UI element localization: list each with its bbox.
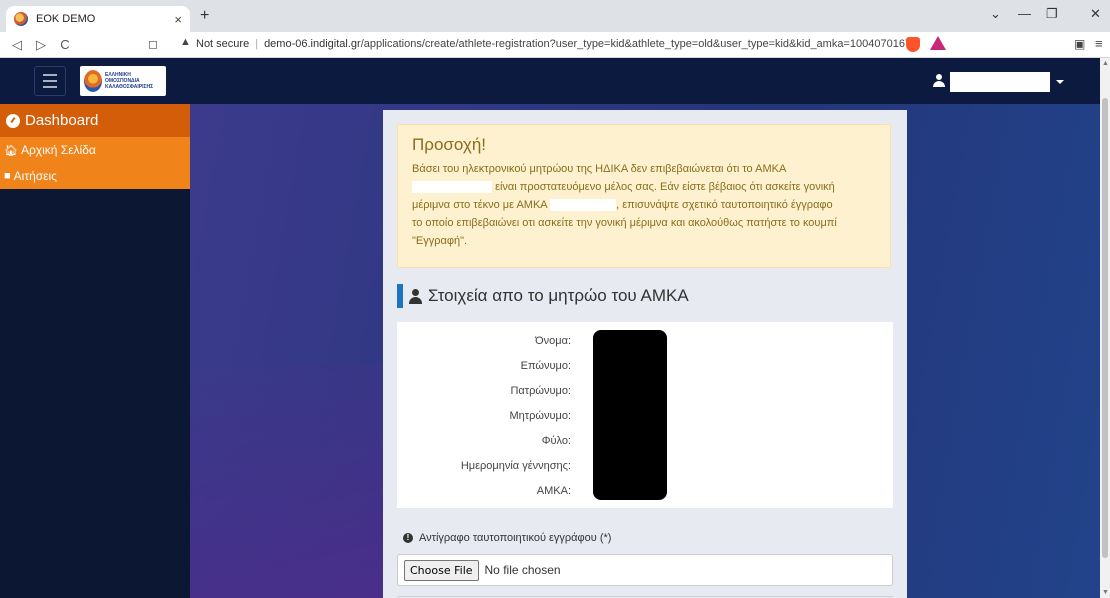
bookmark-icon[interactable]: ◻ xyxy=(148,37,158,51)
sidebar-item-label: Αρχική Σελίδα xyxy=(20,143,96,157)
divider xyxy=(397,596,893,597)
url-path: /applications/create/athlete-registratio… xyxy=(360,38,918,50)
wallet-icon[interactable]: ▣ xyxy=(1074,37,1085,51)
warning-icon[interactable]: ▲ xyxy=(180,36,191,48)
upload-label: ! Αντίγραφο ταυτοποιητικού εγγράφου (*) xyxy=(403,532,611,544)
field-label-mother-name: Μητρώνυμο: xyxy=(509,410,572,422)
user-icon xyxy=(409,288,422,304)
tab-title: EOK DEMO xyxy=(36,13,96,25)
folder-icon: ■ xyxy=(4,170,11,182)
choose-file-button[interactable]: Choose File xyxy=(404,559,479,581)
scroll-down-icon[interactable]: ▼ xyxy=(1102,589,1109,596)
caret-down-icon[interactable] xyxy=(1056,80,1064,84)
field-label-first-name: Όνομα: xyxy=(535,335,571,347)
new-tab-button[interactable]: + xyxy=(200,7,209,25)
forward-button[interactable]: ▷ xyxy=(34,37,48,53)
browser-tab[interactable]: EOK DEMO × xyxy=(6,6,190,32)
security-status: Not secure xyxy=(196,38,250,50)
logo-text-3: ΚΑΛΑΘΟΣΦΑΙΡΙΣΗΣ xyxy=(105,84,154,90)
basketball-logo-icon xyxy=(84,70,102,92)
tab-list-icon[interactable]: ⌄ xyxy=(990,6,1001,22)
field-label-birthdate: Ημερομηνία γέννησης: xyxy=(460,460,571,472)
redacted-amka xyxy=(412,181,492,194)
browser-menu-icon[interactable]: ≡ xyxy=(1095,36,1103,51)
reload-button[interactable]: C xyxy=(58,37,72,52)
site-header: ΕΛΛΗΝΙΚΗ ΟΜΟΣΠΟΝΔΙΑ ΚΑΛΑΘΟΣΦΑΙΡΙΣΗΣ xyxy=(0,58,1100,104)
tab-close-icon[interactable]: × xyxy=(174,12,182,27)
site-favicon-icon xyxy=(14,12,28,26)
window-close-button[interactable]: ✕ xyxy=(1090,6,1101,22)
restore-button[interactable]: ❐ xyxy=(1046,6,1058,22)
dashboard-icon xyxy=(6,113,20,128)
dashboard-label: Dashboard xyxy=(25,112,99,129)
upload-label-text: Αντίγραφο ταυτοποιητικού εγγράφου (*) xyxy=(419,532,612,544)
redacted-amka xyxy=(550,199,617,212)
back-button[interactable]: ◁ xyxy=(10,37,24,53)
field-label-gender: Φύλο: xyxy=(541,435,571,447)
sidebar-item-label: Αιτήσεις xyxy=(13,169,57,183)
url-field[interactable]: Not secure | demo-06.indigital.gr/applicat… xyxy=(196,38,917,50)
menu-toggle-button[interactable] xyxy=(34,66,66,96)
sidebar-item-home[interactable]: 🏠︎ Αρχική Σελίδα xyxy=(0,137,190,163)
amka-details-card: Όνομα: Επώνυμο: Πατρώνυμο: Μητρώνυμο: Φύ… xyxy=(397,322,893,508)
brave-rewards-icon[interactable] xyxy=(930,36,946,50)
page-scrollbar[interactable]: ▲ ▼ xyxy=(1100,58,1110,598)
redacted-values xyxy=(593,330,667,500)
warning-alert: Προσοχή! Βάσει του ηλεκτρονικού μητρώου … xyxy=(397,124,891,268)
section-title-text: Στοιχεία απο το μητρώο του ΑΜΚΑ xyxy=(428,286,689,305)
sidebar-item-applications[interactable]: ■ Αιτήσεις xyxy=(0,163,190,189)
browser-tab-bar: EOK DEMO × + ⌄ — ❐ ✕ xyxy=(0,0,1110,32)
scrollbar-thumb[interactable] xyxy=(1102,98,1108,558)
field-label-father-name: Πατρώνυμο: xyxy=(510,385,571,397)
form-panel: Προσοχή! Βάσει του ηλεκτρονικού μητρώου … xyxy=(383,110,907,598)
scroll-up-icon[interactable]: ▲ xyxy=(1102,60,1109,67)
sidebar-dashboard[interactable]: Dashboard xyxy=(0,104,190,137)
sidebar: Dashboard 🏠︎ Αρχική Σελίδα ■ Αιτήσεις xyxy=(0,104,190,598)
alert-title: Προσοχή! xyxy=(412,135,486,154)
brave-shields-icon[interactable] xyxy=(906,37,920,52)
user-icon xyxy=(933,74,945,88)
url-host: demo-06.indigital.gr xyxy=(264,38,361,50)
address-bar: ◁ ▷ C ◻ ▲ Not secure | demo-06.indigital.g… xyxy=(0,32,1110,58)
section-title: Στοιχεία απο το μητρώο του ΑΜΚΑ xyxy=(397,284,689,308)
info-icon: ! xyxy=(403,533,413,543)
hamburger-icon xyxy=(43,74,57,76)
federation-logo[interactable]: ΕΛΛΗΝΙΚΗ ΟΜΟΣΠΟΝΔΙΑ ΚΑΛΑΘΟΣΦΑΙΡΙΣΗΣ xyxy=(80,66,166,96)
minimize-button[interactable]: — xyxy=(1018,6,1031,21)
field-label-amka: ΑΜΚΑ: xyxy=(536,485,571,497)
home-icon: 🏠︎ xyxy=(4,144,18,157)
section-accent-bar xyxy=(397,284,403,308)
file-status: No file chosen xyxy=(484,563,561,577)
field-label-last-name: Επώνυμο: xyxy=(520,360,571,372)
file-upload-input[interactable]: Choose File No file chosen xyxy=(397,554,893,586)
user-menu-name[interactable] xyxy=(950,72,1050,92)
alert-text: Βάσει του ηλεκτρονικού μητρώου της ΗΔΙΚΑ… xyxy=(412,163,837,247)
